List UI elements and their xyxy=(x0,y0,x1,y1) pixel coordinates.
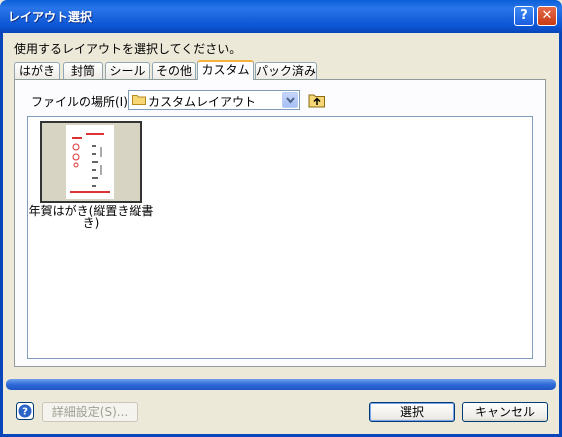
location-combo[interactable]: カスタムレイアウト xyxy=(128,90,300,110)
up-folder-icon[interactable] xyxy=(308,92,326,108)
tab-packed[interactable]: パック済み xyxy=(255,62,317,79)
tab-other[interactable]: その他 xyxy=(152,62,196,79)
layout-thumbnail[interactable] xyxy=(40,121,142,203)
select-button[interactable]: 選択 xyxy=(369,402,455,422)
postcard-thumbnail-icon xyxy=(66,125,114,199)
cancel-button[interactable]: キャンセル xyxy=(462,402,548,422)
dropdown-arrow-button[interactable] xyxy=(282,92,298,108)
window-title: レイアウト選択 xyxy=(8,10,93,24)
chevron-down-icon xyxy=(286,97,295,104)
svg-text:?: ? xyxy=(22,407,28,418)
advanced-settings-button[interactable]: 詳細設定(S)... xyxy=(42,402,138,422)
help-button[interactable]: ? xyxy=(514,6,534,26)
tab-custom[interactable]: カスタム xyxy=(197,60,254,80)
question-icon[interactable]: ? xyxy=(16,402,34,420)
dialog-window: レイアウト選択 ? ✕ 使用するレイアウトを選択してください。 はがき 封筒 シ… xyxy=(0,0,562,437)
tab-envelope[interactable]: 封筒 xyxy=(63,62,103,79)
layout-caption: 年賀はがき(縦置き縦書き) xyxy=(28,204,154,230)
tab-hagaki[interactable]: はがき xyxy=(14,62,60,79)
progress-bar xyxy=(6,379,556,390)
title-bar: レイアウト選択 ? ✕ xyxy=(0,0,562,33)
location-value: カスタムレイアウト xyxy=(148,95,257,109)
window-frame-left xyxy=(0,33,3,437)
location-label: ファイルの場所(I): xyxy=(31,95,132,109)
instruction-text: 使用するレイアウトを選択してください。 xyxy=(14,42,242,56)
close-button[interactable]: ✕ xyxy=(537,6,557,26)
tab-seal[interactable]: シール xyxy=(105,62,150,79)
folder-icon xyxy=(132,95,146,105)
